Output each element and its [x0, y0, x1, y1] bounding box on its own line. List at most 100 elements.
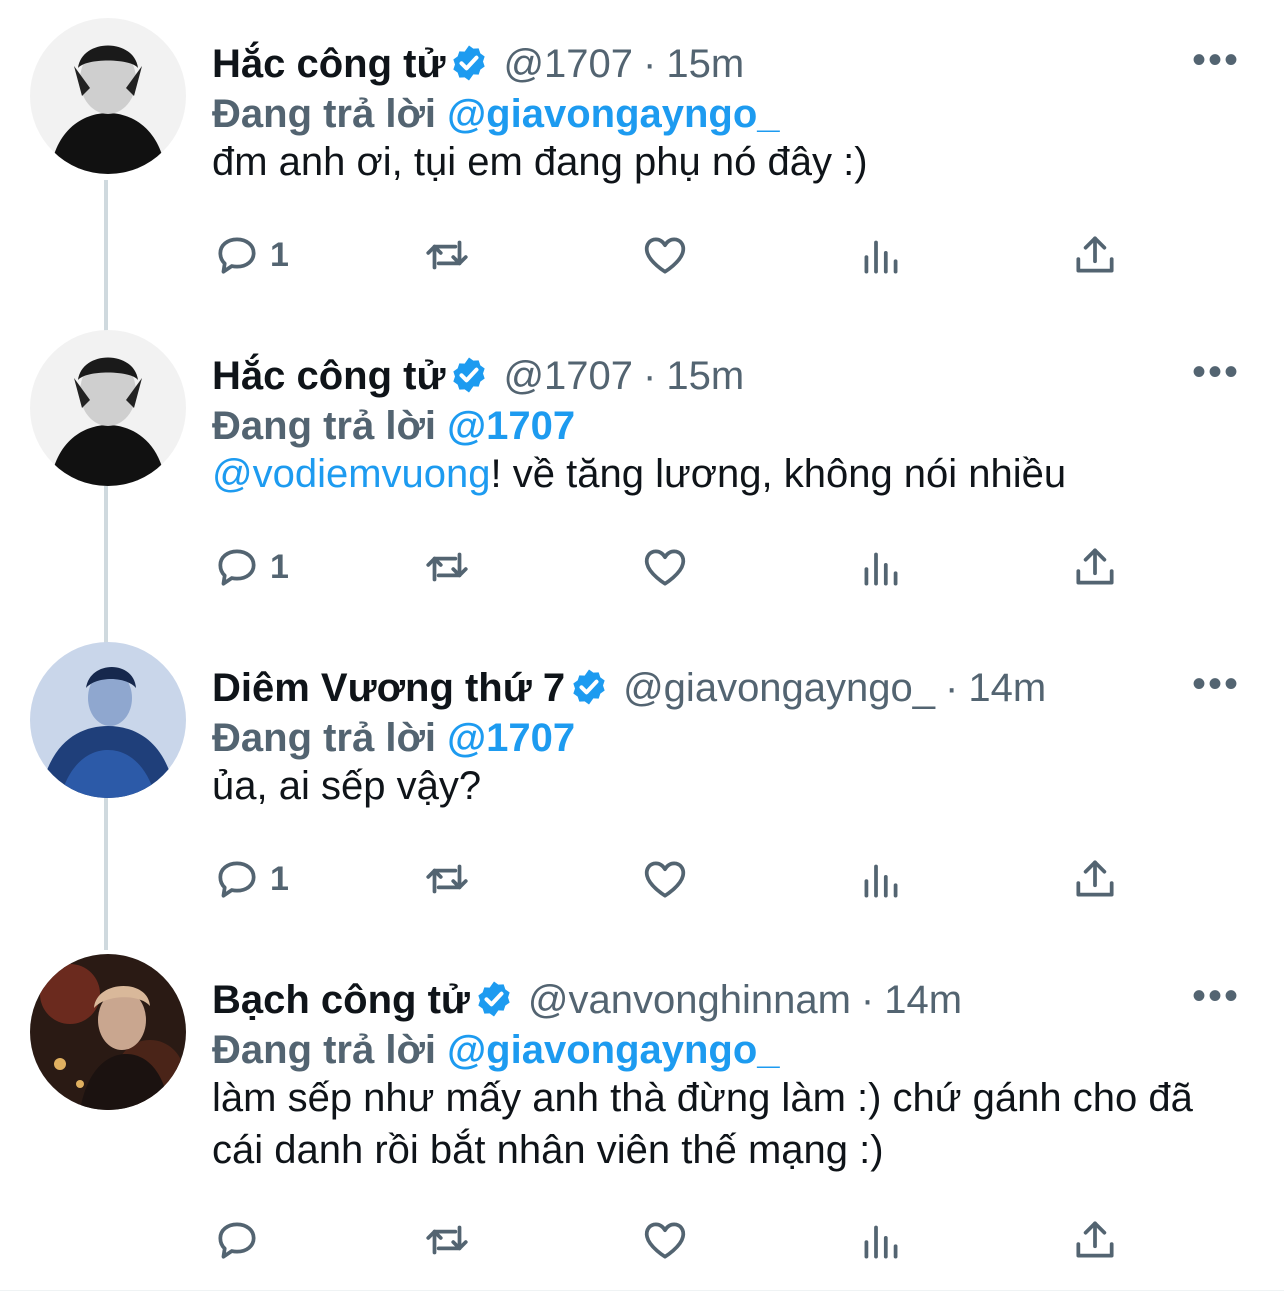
separator-dot: · — [643, 354, 657, 398]
timestamp[interactable]: 14m — [884, 978, 962, 1022]
reply-button[interactable] — [212, 1210, 270, 1270]
share-icon — [1076, 236, 1114, 273]
avatar-image — [30, 642, 186, 798]
share-button[interactable] — [1070, 537, 1120, 597]
share-button[interactable] — [1070, 849, 1120, 909]
tweet-body: đm anh ơi, tụi em đang phụ nó đây :) — [212, 140, 868, 184]
share-button[interactable] — [1070, 1210, 1120, 1270]
retweet-button[interactable] — [422, 225, 472, 285]
thread-connector-line — [104, 180, 108, 950]
reply-icon — [218, 1222, 256, 1259]
display-name[interactable]: Bạch công tử — [212, 978, 470, 1022]
more-options-icon[interactable]: ••• — [1192, 664, 1240, 704]
reply-icon — [218, 549, 256, 586]
verified-badge-icon — [478, 981, 510, 1017]
replying-to-handle[interactable]: @giavongayngo_ — [447, 1028, 779, 1072]
tweet-text: đm anh ơi, tụi em đang phụ nó đây :) — [212, 136, 1242, 188]
replying-to-handle[interactable]: @1707 — [447, 716, 575, 760]
replying-to: Đang trả lời @1707 — [212, 714, 575, 762]
share-icon — [1076, 860, 1114, 897]
tweet-body: ủa, ai sếp vậy? — [212, 764, 482, 808]
avatar[interactable] — [30, 18, 186, 174]
replying-to-label: Đang trả lời — [212, 404, 437, 448]
avatar-image — [30, 18, 186, 174]
tweet-body: ! về tăng lương, không nói nhiều — [490, 452, 1067, 496]
separator-dot: · — [945, 666, 959, 710]
tweet-actions — [212, 1210, 1132, 1270]
more-options-icon[interactable]: ••• — [1192, 352, 1240, 392]
display-name[interactable]: Hắc công tử — [212, 42, 445, 86]
tweet-header: Bạch công tử @vanvonghinnam · 14m — [212, 976, 962, 1024]
views-button[interactable] — [856, 1210, 906, 1270]
views-button[interactable] — [856, 225, 906, 285]
reply-count: 1 — [270, 859, 289, 898]
avatar-image — [30, 330, 186, 486]
replying-to-handle[interactable]: @giavongayngo_ — [447, 92, 779, 136]
like-button[interactable] — [640, 225, 690, 285]
display-name[interactable]: Hắc công tử — [212, 354, 445, 398]
retweet-button[interactable] — [422, 1210, 472, 1270]
like-button[interactable] — [640, 1210, 690, 1270]
reply-button[interactable]: 1 — [212, 225, 289, 285]
tweet-text: ủa, ai sếp vậy? — [212, 760, 1242, 812]
like-button[interactable] — [640, 849, 690, 909]
reply-button[interactable]: 1 — [212, 537, 289, 597]
analytics-icon — [864, 864, 898, 898]
retweet-icon — [426, 240, 468, 270]
avatar[interactable] — [30, 642, 186, 798]
share-icon — [1076, 548, 1114, 585]
reply-icon — [218, 237, 256, 274]
share-button[interactable] — [1070, 225, 1120, 285]
retweet-button[interactable] — [422, 537, 472, 597]
verified-badge-icon — [573, 669, 605, 705]
replying-to: Đang trả lời @giavongayngo_ — [212, 90, 780, 138]
more-options-icon[interactable]: ••• — [1192, 40, 1240, 80]
heart-icon — [644, 1222, 686, 1259]
like-button[interactable] — [640, 537, 690, 597]
separator-dot: · — [860, 978, 875, 1022]
analytics-icon — [864, 1225, 898, 1259]
retweet-icon — [426, 864, 468, 894]
display-name[interactable]: Diêm Vương thứ 7 — [212, 666, 565, 710]
replying-to: Đang trả lời @1707 — [212, 402, 575, 450]
avatar[interactable] — [30, 330, 186, 486]
timestamp[interactable]: 15m — [666, 42, 744, 86]
heart-icon — [644, 237, 686, 274]
verified-badge-icon — [453, 357, 486, 393]
verified-badge-icon — [453, 45, 486, 81]
user-handle[interactable]: @giavongayngo_ — [623, 666, 935, 710]
heart-icon — [644, 549, 686, 586]
timestamp[interactable]: 14m — [968, 666, 1046, 710]
reply-icon — [218, 861, 256, 898]
views-button[interactable] — [856, 849, 906, 909]
reply-count: 1 — [270, 547, 289, 586]
user-handle[interactable]: @1707 — [503, 354, 633, 398]
share-icon — [1076, 1221, 1114, 1258]
mention-link[interactable]: @vodiemvuong — [212, 452, 491, 496]
views-button[interactable] — [856, 537, 906, 597]
replying-to-label: Đang trả lời — [212, 92, 437, 136]
tweet-text: làm sếp như mấy anh thà đừng làm :) chứ … — [212, 1072, 1242, 1176]
replying-to-label: Đang trả lời — [212, 716, 437, 760]
retweet-icon — [426, 552, 468, 582]
tweet-actions: 1 — [212, 537, 1132, 597]
analytics-icon — [864, 240, 898, 274]
replying-to-label: Đang trả lời — [212, 1028, 437, 1072]
heart-icon — [644, 861, 686, 898]
retweet-icon — [426, 1225, 468, 1255]
avatar[interactable] — [30, 954, 186, 1110]
user-handle[interactable]: @1707 — [503, 42, 633, 86]
retweet-button[interactable] — [422, 849, 472, 909]
timestamp[interactable]: 15m — [666, 354, 744, 398]
replying-to: Đang trả lời @giavongayngo_ — [212, 1026, 780, 1074]
analytics-icon — [864, 552, 898, 586]
more-options-icon[interactable]: ••• — [1192, 976, 1240, 1016]
tweet-header: Hắc công tử @1707 · 15m — [212, 352, 744, 400]
tweet-header: Hắc công tử @1707 · 15m — [212, 40, 744, 88]
replying-to-handle[interactable]: @1707 — [447, 404, 575, 448]
user-handle[interactable]: @vanvonghinnam — [528, 978, 851, 1022]
tweet-actions: 1 — [212, 849, 1132, 909]
tweet-body: làm sếp như mấy anh thà đừng làm :) chứ … — [212, 1076, 1193, 1172]
divider — [0, 1290, 1284, 1291]
reply-button[interactable]: 1 — [212, 849, 289, 909]
